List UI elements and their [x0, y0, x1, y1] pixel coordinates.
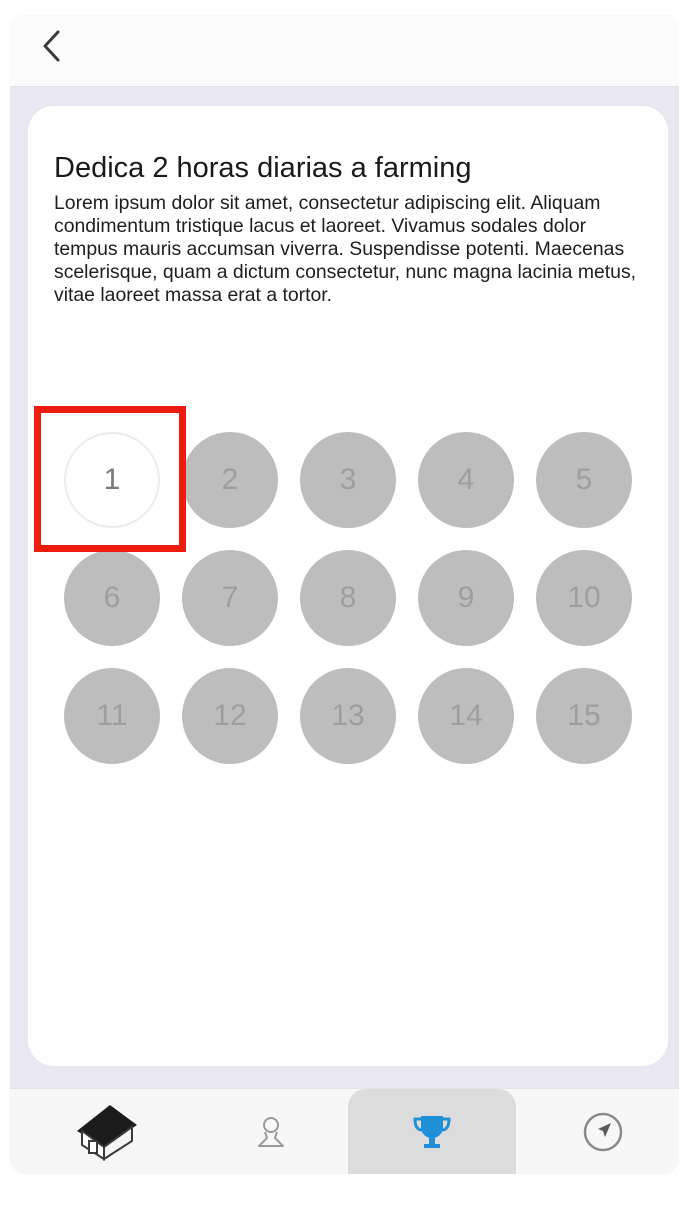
tab-profile[interactable]	[196, 1089, 346, 1174]
day-3-button[interactable]: 3	[300, 432, 396, 528]
challenge-title: Dedica 2 horas diarias a farming	[54, 152, 472, 184]
day-5-button[interactable]: 5	[536, 432, 632, 528]
phone-screen: Dedica 2 horas diarias a farming Lorem i…	[10, 14, 679, 1174]
home-icon	[77, 1105, 137, 1161]
chevron-left-icon	[43, 30, 60, 62]
day-7-button[interactable]: 7	[182, 550, 278, 646]
back-button[interactable]	[32, 24, 72, 68]
day-grid: 1 2 3 4 5 6 7 8 9 10 11 12 13 14 15	[64, 432, 664, 764]
challenge-card: Dedica 2 horas diarias a farming Lorem i…	[28, 106, 668, 1066]
trophy-icon	[413, 1116, 451, 1148]
day-1-button[interactable]: 1	[64, 432, 160, 528]
top-bar	[10, 14, 679, 87]
profile-icon	[258, 1117, 284, 1147]
day-9-button[interactable]: 9	[418, 550, 514, 646]
day-4-button[interactable]: 4	[418, 432, 514, 528]
day-12-button[interactable]: 12	[182, 668, 278, 764]
tab-bar	[10, 1088, 679, 1174]
day-10-button[interactable]: 10	[536, 550, 632, 646]
day-15-button[interactable]: 15	[536, 668, 632, 764]
day-6-button[interactable]: 6	[64, 550, 160, 646]
day-2-button[interactable]: 2	[182, 432, 278, 528]
tab-home[interactable]	[32, 1089, 182, 1174]
day-13-button[interactable]: 13	[300, 668, 396, 764]
day-8-button[interactable]: 8	[300, 550, 396, 646]
day-14-button[interactable]: 14	[418, 668, 514, 764]
day-11-button[interactable]: 11	[64, 668, 160, 764]
tab-trophy[interactable]	[348, 1089, 516, 1174]
tab-navigation[interactable]	[528, 1089, 678, 1174]
challenge-description: Lorem ipsum dolor sit amet, consectetur …	[54, 192, 637, 306]
navigation-icon	[583, 1112, 623, 1152]
